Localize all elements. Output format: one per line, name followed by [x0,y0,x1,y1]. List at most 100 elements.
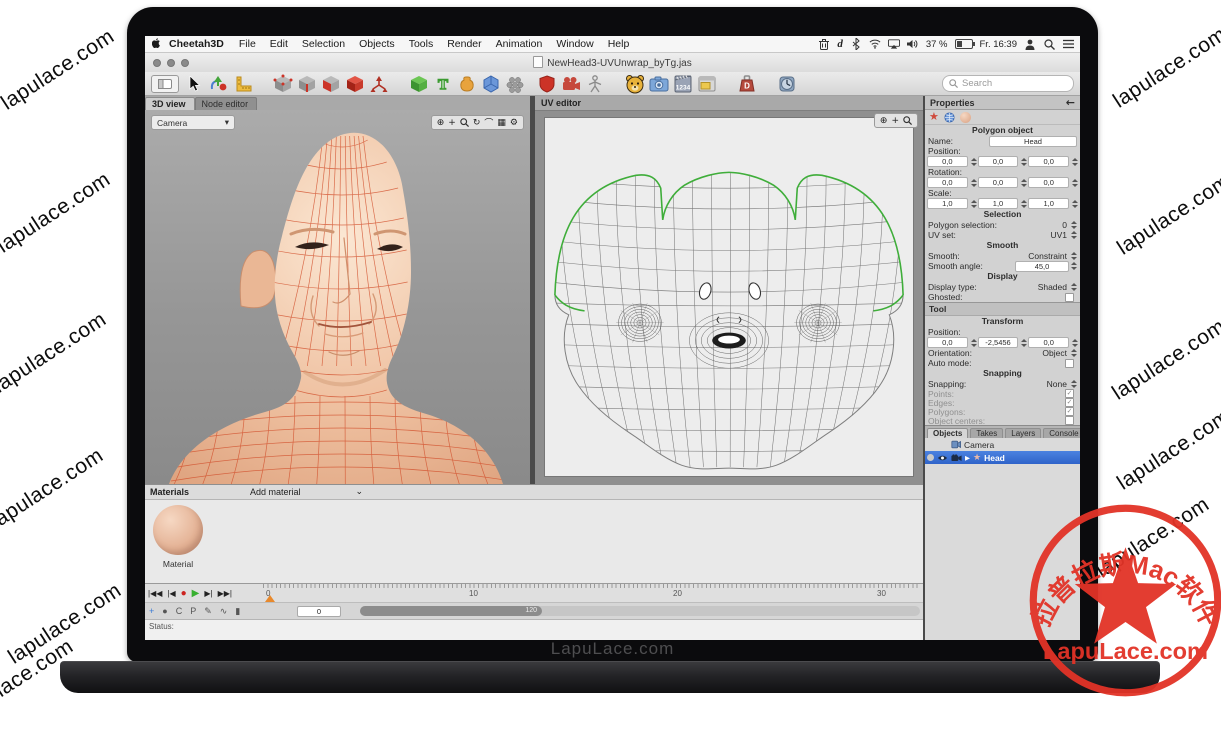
edit-key-icon[interactable]: ✎ [204,606,212,617]
add-polyhedron-icon[interactable] [479,74,503,94]
stepper[interactable] [1069,221,1077,229]
collapse-arrow-icon[interactable]: ← [1066,96,1075,109]
menu-render[interactable]: Render [447,38,481,50]
polygons-checkbox[interactable]: ✓ [1065,407,1074,416]
spotlight-search-icon[interactable] [1043,38,1055,50]
points-checkbox[interactable]: ✓ [1065,389,1074,398]
hierarchy-mode-icon[interactable] [367,74,391,94]
uv-focus-icon[interactable]: ⊕ [880,116,888,126]
move-key-icon[interactable]: + [149,606,154,616]
playhead-marker[interactable] [265,595,275,602]
tab-objects[interactable]: Objects [927,428,968,438]
menu-tools[interactable]: Tools [409,38,434,50]
add-text-object-icon[interactable]: T [431,74,455,94]
stepper[interactable] [1069,349,1077,357]
add-spline-object-icon[interactable] [455,74,479,94]
stepper[interactable] [1019,179,1027,187]
ruler-tool-icon[interactable] [231,74,255,94]
radio-icon[interactable] [927,454,934,461]
stepper[interactable] [1069,283,1077,291]
arc-icon[interactable]: ⌒ [484,116,493,129]
focus-icon[interactable]: ⊕ [437,118,445,128]
rotation-x-field[interactable]: 0,0 [927,177,968,188]
position-key-icon[interactable]: P [190,606,196,616]
tab-console[interactable]: Console [1043,428,1080,438]
airplay-icon[interactable] [888,38,900,50]
stepper[interactable] [969,339,977,347]
stepper[interactable] [1070,339,1078,347]
rotation-y-field[interactable]: 0,0 [978,177,1019,188]
stepper[interactable] [1019,158,1027,166]
stepper[interactable] [969,158,977,166]
apple-logo-icon[interactable] [151,38,163,50]
stepper[interactable] [1070,200,1078,208]
viewport-3d[interactable]: Camera ▾ ⊕ + ↻ ⌒ ▦ ⚙ [145,110,530,484]
uv-tag-icon[interactable] [944,112,955,123]
add-camera-object-icon[interactable] [559,74,583,94]
menu-clock[interactable]: Fr. 16:39 [980,39,1018,50]
menu-selection[interactable]: Selection [302,38,345,50]
tab-layers[interactable]: Layers [1005,428,1041,438]
transform-tool-icon[interactable] [207,74,231,94]
menu-help[interactable]: Help [608,38,630,50]
jump-end-button[interactable]: ▶▶| [218,589,232,598]
menu-window[interactable]: Window [556,38,593,50]
edge-mode-icon[interactable] [295,74,319,94]
stepper[interactable] [1069,380,1077,388]
window-title-bar[interactable]: NewHead3-UVUnwrap_byTg.jas [145,53,1080,73]
stepper[interactable] [1069,252,1077,260]
polygon-tag-icon[interactable]: ★ [929,112,939,122]
menu-edit[interactable]: Edit [270,38,288,50]
tool-position-z-field[interactable]: 0,0 [1028,337,1069,348]
timeline-scrollbar[interactable]: 120 [360,606,920,616]
ghosted-checkbox[interactable] [1065,293,1074,302]
stepper[interactable] [1019,339,1027,347]
tab-node-editor[interactable]: Node editor [195,97,258,110]
tool-position-y-field[interactable]: -2,5456 [978,337,1019,348]
wifi-icon[interactable] [869,38,881,50]
menu-animation[interactable]: Animation [496,38,543,50]
uv-zoom-icon[interactable] [903,116,912,125]
record-button[interactable]: ● [181,588,187,599]
stepper[interactable] [969,179,977,187]
render-visibility-icon[interactable] [951,454,962,462]
path-key-icon[interactable]: ● [162,606,167,616]
object-mode-icon[interactable] [343,74,367,94]
trash-status-icon[interactable] [818,38,830,50]
menu-objects[interactable]: Objects [359,38,395,50]
jump-start-button[interactable]: |◀◀ [148,589,162,598]
add-tag-shield-icon[interactable] [535,74,559,94]
scale-x-field[interactable]: 1,0 [927,198,968,209]
position-y-field[interactable]: 0,0 [978,156,1019,167]
orbit-icon[interactable]: ↻ [473,118,481,128]
toolbar-search-field[interactable]: Search [942,75,1074,92]
gear-icon[interactable]: ⚙ [510,118,518,128]
next-frame-button[interactable]: ▶| [204,589,212,598]
dope-sheet-icon[interactable]: ▮ [235,606,240,617]
select-tool-cursor-icon[interactable] [183,74,207,94]
chevron-down-icon[interactable]: ⌄ [356,487,364,497]
stepper[interactable] [1069,231,1077,239]
stepper[interactable] [1069,262,1077,270]
battery-icon[interactable] [955,39,973,49]
uv-pan-icon[interactable]: + [891,116,899,126]
edges-checkbox[interactable]: ✓ [1065,398,1074,407]
curve-editor-icon[interactable]: ∿ [220,606,228,617]
list-item-selected[interactable]: ▶ ★ Head [925,451,1080,464]
render-animation-icon[interactable]: 1234 [671,74,695,94]
render-image-camera-icon[interactable] [647,74,671,94]
material-preview-sphere[interactable] [153,505,203,555]
camera-select-dropdown[interactable]: Camera ▾ [151,115,235,130]
rotation-z-field[interactable]: 0,0 [1028,177,1069,188]
timeline-scrollbar-thumb[interactable]: 120 [360,606,542,616]
menu-file[interactable]: File [239,38,256,50]
add-particle-object-icon[interactable] [503,74,527,94]
add-polygon-object-icon[interactable] [407,74,431,94]
head-model-render[interactable] [145,110,530,484]
stepper[interactable] [1070,179,1078,187]
animation-clock-icon[interactable] [775,74,799,94]
play-button[interactable]: ▶ [192,588,200,599]
tab-3d-view[interactable]: 3D view [145,97,195,110]
render-manager-icon[interactable] [695,74,719,94]
add-character-rig-icon[interactable] [583,74,607,94]
